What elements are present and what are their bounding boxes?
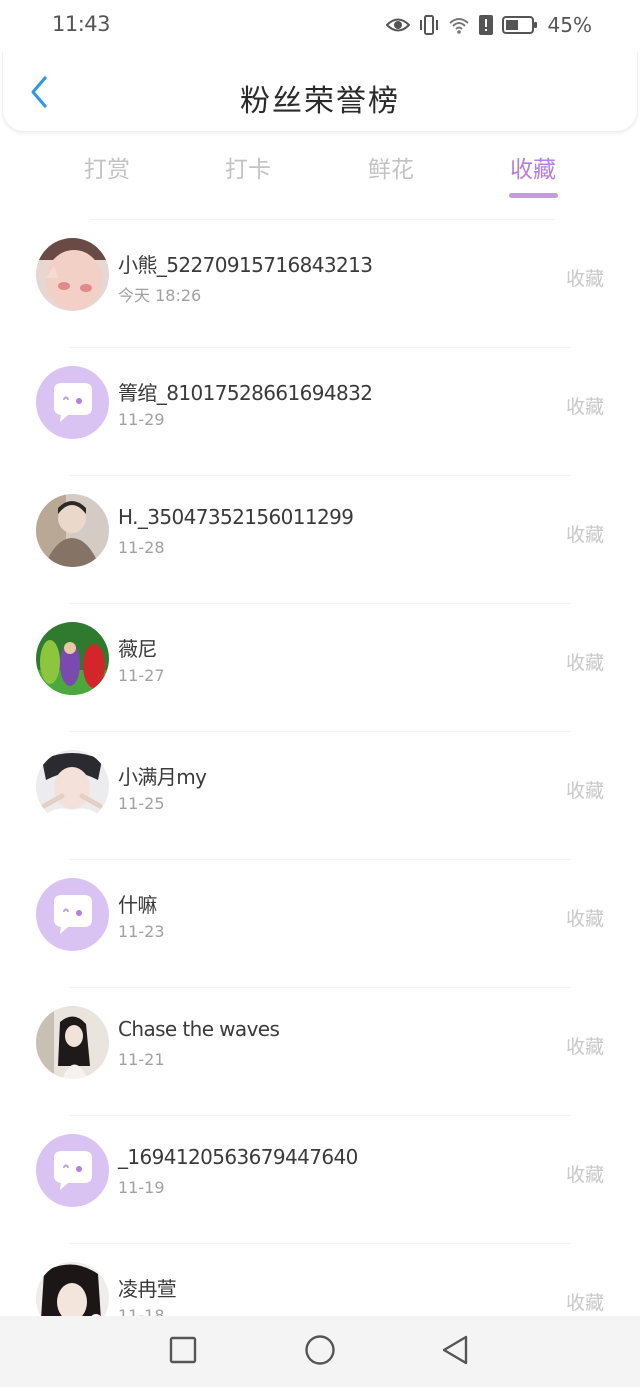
- list-item[interactable]: 箐绾_81017528661694832 11-29 收藏: [0, 348, 640, 476]
- user-name: _1694120563679447640: [118, 1145, 358, 1169]
- favorite-label: 收藏: [565, 268, 604, 290]
- user-date: 11-25: [118, 794, 165, 813]
- favorite-label: 收藏: [565, 652, 604, 674]
- tab-dashang[interactable]: 打赏: [67, 150, 147, 184]
- home-button[interactable]: [302, 1334, 338, 1370]
- user-date: 11-27: [118, 666, 165, 685]
- avatar: [36, 238, 109, 311]
- circle-icon: [304, 1334, 336, 1370]
- list-item[interactable]: 薇尼 11-27 收藏: [0, 604, 640, 732]
- list-item[interactable]: 小满月my 11-25 收藏: [0, 732, 640, 860]
- user-date: 11-28: [118, 538, 165, 557]
- tab-daka[interactable]: 打卡: [208, 150, 288, 184]
- user-name: H._35047352156011299: [118, 505, 354, 529]
- back-nav-button[interactable]: [437, 1334, 473, 1370]
- status-icons: 45%: [385, 12, 592, 38]
- tab-bar: 打赏 打卡 鲜花 收藏: [0, 142, 640, 202]
- user-date: 11-19: [118, 1178, 165, 1197]
- wifi-icon: [448, 15, 470, 35]
- user-name: 小熊_52270915716843213: [118, 253, 373, 277]
- favorite-label: 收藏: [565, 908, 604, 930]
- header-bar: 粉丝荣誉榜: [2, 52, 638, 132]
- user-name: 什嘛: [118, 893, 157, 917]
- user-name: 凌冉萱: [118, 1277, 177, 1301]
- user-date: 今天 18:26: [118, 286, 202, 305]
- avatar: [36, 622, 109, 695]
- avatar: [36, 1134, 109, 1207]
- avatar: [36, 494, 109, 567]
- alert-icon: [478, 14, 494, 36]
- favorite-label: 收藏: [565, 780, 604, 802]
- triangle-back-icon: [440, 1334, 470, 1370]
- favorite-label: 收藏: [565, 1292, 604, 1314]
- user-name: 箐绾_81017528661694832: [118, 381, 373, 405]
- battery-percent: 45%: [547, 13, 592, 37]
- list-item[interactable]: Chase the waves 11-21 收藏: [0, 988, 640, 1116]
- tab-xianhua[interactable]: 鲜花: [351, 150, 431, 184]
- page-title: 粉丝荣誉榜: [240, 84, 400, 119]
- active-tab-indicator: [509, 193, 558, 198]
- favorite-label: 收藏: [565, 1036, 604, 1058]
- avatar: [36, 366, 109, 439]
- avatar: [36, 1006, 109, 1079]
- favorite-label: 收藏: [565, 1164, 604, 1186]
- user-name: 小满月my: [118, 765, 207, 789]
- favorite-label: 收藏: [565, 524, 604, 546]
- recent-apps-button[interactable]: [165, 1334, 201, 1370]
- list-item[interactable]: 小熊_52270915716843213 今天 18:26 收藏: [0, 220, 640, 348]
- tab-shoucang[interactable]: 收藏: [493, 150, 573, 184]
- user-name: 薇尼: [118, 637, 157, 661]
- battery-icon: [501, 15, 538, 35]
- favorite-label: 收藏: [565, 396, 604, 418]
- fan-list: 小熊_52270915716843213 今天 18:26 收藏 箐绾_8101…: [0, 220, 640, 1372]
- eye-icon: [385, 16, 410, 34]
- user-name: Chase the waves: [118, 1017, 280, 1041]
- user-date: 11-23: [118, 922, 165, 941]
- list-item[interactable]: 什嘛 11-23 收藏: [0, 860, 640, 988]
- list-item[interactable]: _1694120563679447640 11-19 收藏: [0, 1116, 640, 1244]
- avatar: [36, 878, 109, 951]
- square-icon: [169, 1336, 197, 1368]
- user-date: 11-21: [118, 1050, 165, 1069]
- status-time: 11:43: [52, 12, 111, 36]
- vibrate-icon: [418, 14, 440, 36]
- list-item[interactable]: H._35047352156011299 11-28 收藏: [0, 476, 640, 604]
- status-bar: 11:43 45%: [0, 0, 640, 52]
- system-nav-bar: [0, 1316, 640, 1387]
- avatar: [36, 750, 109, 823]
- user-date: 11-29: [118, 410, 165, 429]
